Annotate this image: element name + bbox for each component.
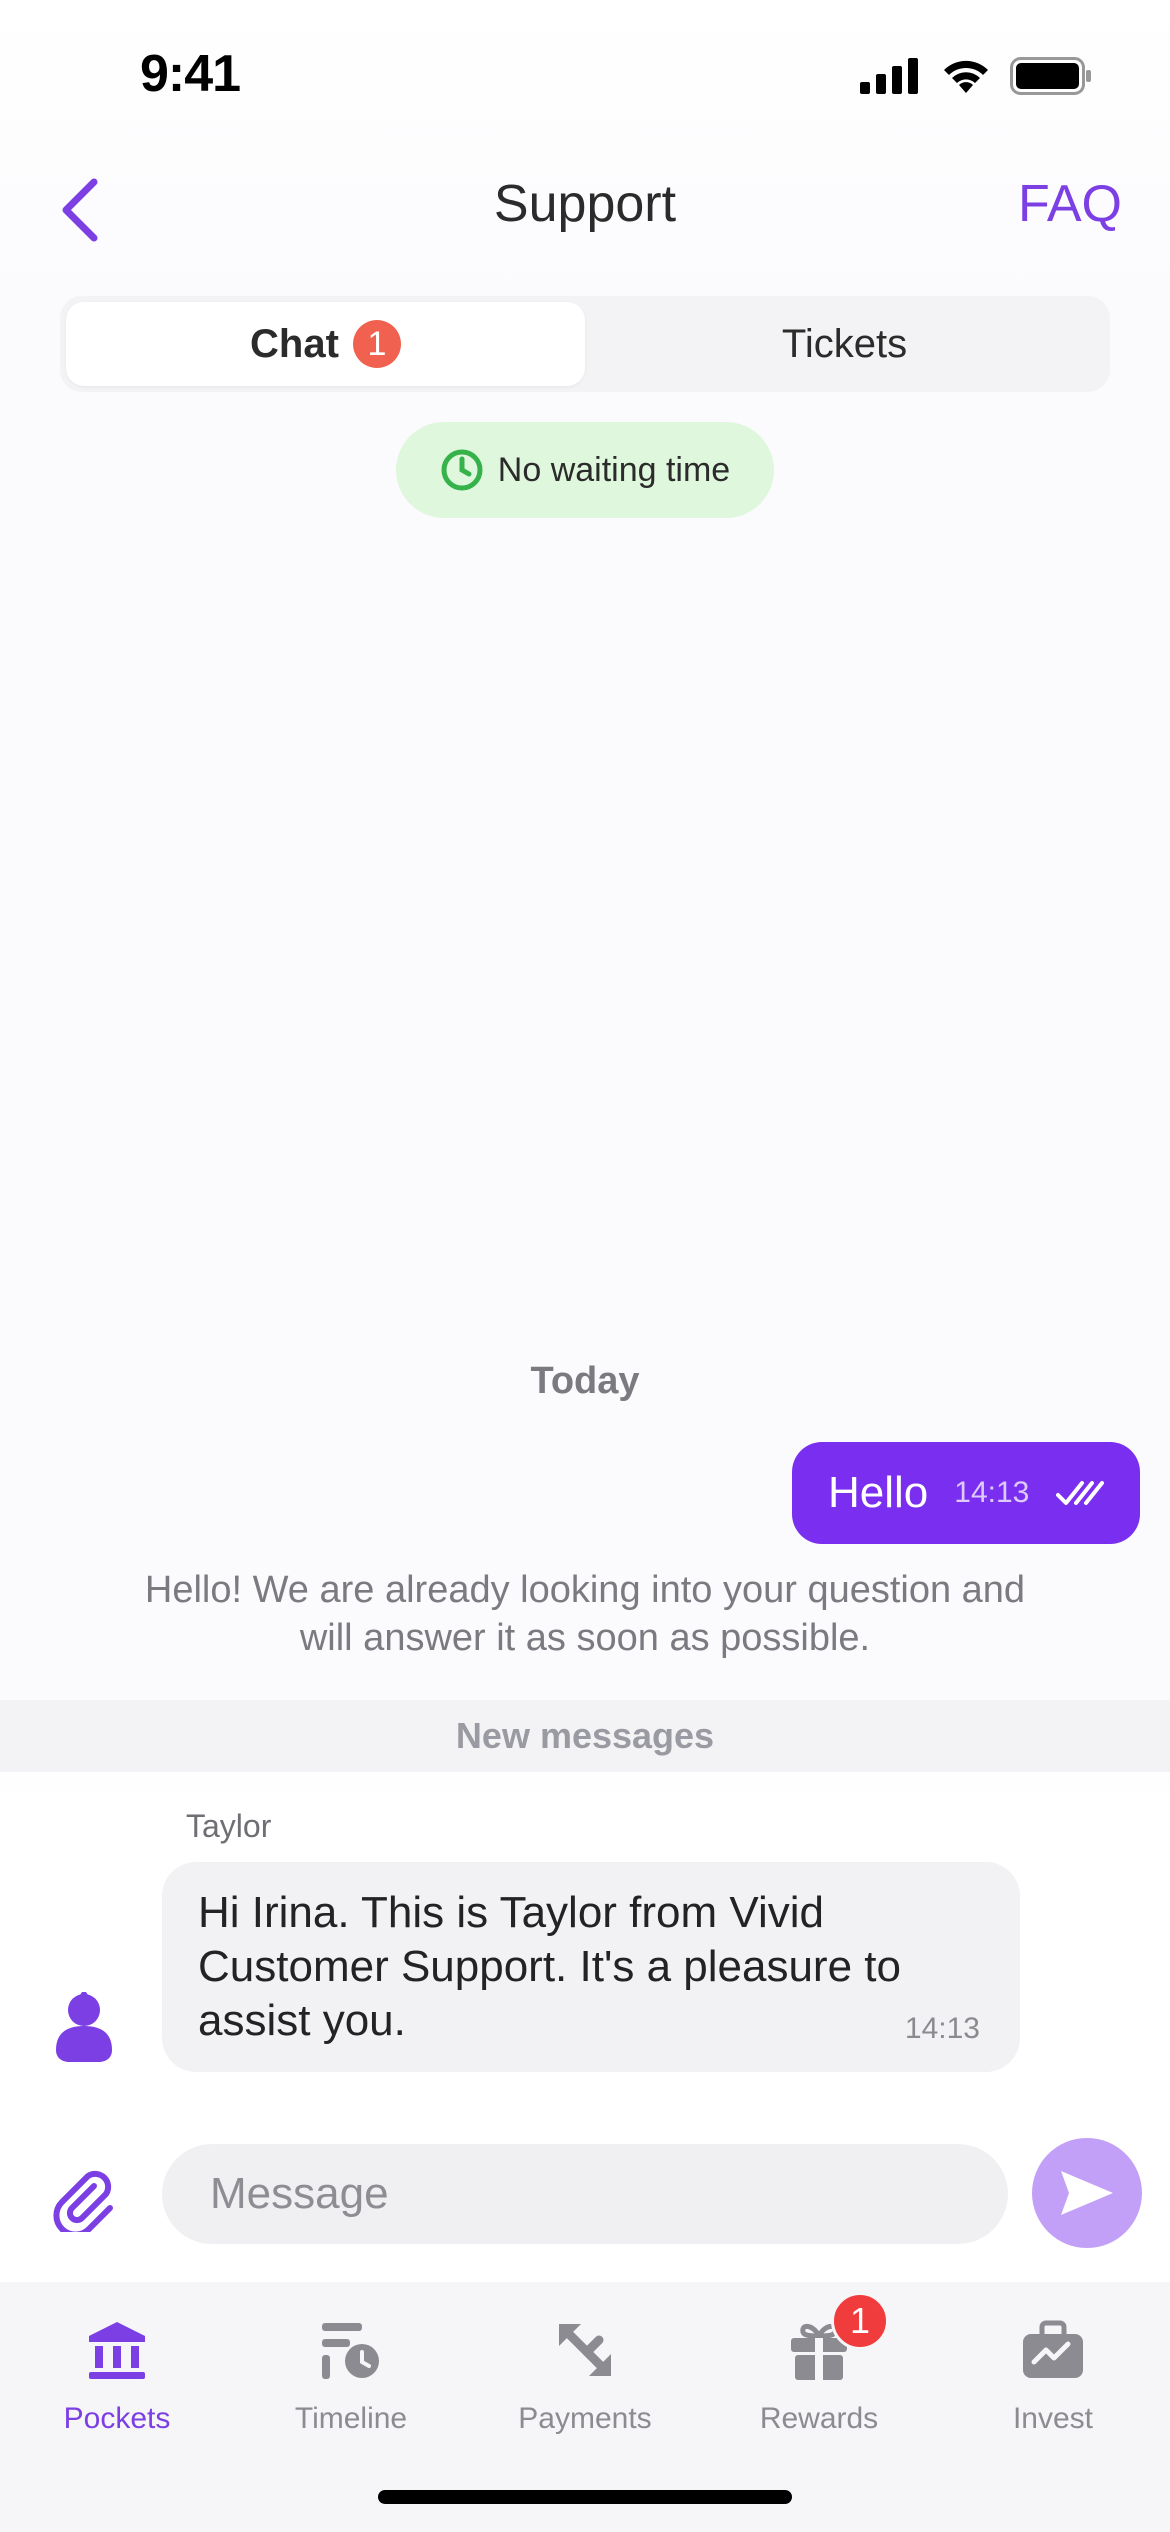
support-chat-screen: 9:41 Support FAQ Chat 1 Tickets No waiti… xyxy=(0,0,1170,2532)
tab-rewards-label: Rewards xyxy=(759,2402,879,2435)
attach-button[interactable] xyxy=(48,2160,120,2238)
incoming-message-time: 14:13 xyxy=(904,2012,980,2045)
sender-name: Taylor xyxy=(186,1808,272,1844)
agent-avatar-icon xyxy=(56,1992,112,2062)
send-icon xyxy=(1061,2171,1113,2215)
incoming-message[interactable]: Hi Irina. This is Taylor from Vivid Cust… xyxy=(162,1862,1020,2072)
outgoing-message[interactable]: Hello 14:13 xyxy=(792,1442,1140,1544)
waiting-time-text: No waiting time xyxy=(497,450,731,489)
system-message: Hello! We are already looking into your … xyxy=(144,1569,1026,1659)
tab-chat[interactable]: Chat 1 xyxy=(66,302,585,386)
chat-unread-badge: 1 xyxy=(352,320,401,368)
rewards-badge: 1 xyxy=(831,2292,889,2350)
message-input[interactable] xyxy=(162,2144,1008,2244)
wifi-icon xyxy=(944,60,988,93)
status-icons xyxy=(860,56,1092,96)
briefcase-icon xyxy=(1023,2320,1083,2378)
payments-icon xyxy=(559,2324,611,2376)
tab-timeline[interactable]: Timeline xyxy=(234,2304,468,2474)
timeline-icon xyxy=(322,2323,379,2379)
tab-payments[interactable]: Payments xyxy=(468,2304,702,2474)
clock-icon xyxy=(441,449,483,491)
tab-tickets-label: Tickets xyxy=(781,321,908,366)
tab-chat-label: Chat xyxy=(250,321,339,366)
tab-tickets[interactable]: Tickets xyxy=(585,302,1104,386)
double-check-icon xyxy=(1056,1481,1105,1505)
status-time: 9:41 xyxy=(140,45,241,103)
new-messages-divider: New messages xyxy=(0,1700,1170,1772)
tab-pockets[interactable]: Pockets xyxy=(0,2304,234,2474)
tab-timeline-label: Timeline xyxy=(294,2402,408,2435)
cellular-signal-icon xyxy=(860,58,918,94)
tab-invest[interactable]: Invest xyxy=(936,2304,1170,2474)
tab-payments-label: Payments xyxy=(518,2402,652,2435)
chat-tickets-segmented-control: Chat 1 Tickets xyxy=(60,296,1110,392)
battery-icon xyxy=(1010,57,1091,95)
send-button[interactable] xyxy=(1032,2138,1142,2248)
bottom-tab-bar: Pockets Timeline Payments 1 Rewards Inve… xyxy=(0,2282,1170,2532)
status-bar: 9:41 xyxy=(0,0,1170,150)
outgoing-message-time: 14:13 xyxy=(954,1476,1030,1509)
outgoing-message-text: Hello xyxy=(828,1468,929,1517)
bank-icon xyxy=(89,2322,145,2379)
paperclip-icon xyxy=(53,2170,113,2238)
tab-pockets-label: Pockets xyxy=(63,2402,171,2435)
faq-link[interactable]: FAQ xyxy=(1018,174,1122,234)
date-separator: Today xyxy=(530,1360,640,1402)
tab-rewards[interactable]: 1 Rewards xyxy=(702,2292,936,2474)
nav-header: Support FAQ xyxy=(0,150,1170,260)
incoming-message-text: Hi Irina. This is Taylor from Vivid Cust… xyxy=(198,1888,901,2045)
waiting-time-status: No waiting time xyxy=(396,422,774,518)
page-title: Support xyxy=(493,175,677,233)
tab-invest-label: Invest xyxy=(1012,2402,1094,2435)
home-indicator[interactable] xyxy=(378,2490,792,2504)
